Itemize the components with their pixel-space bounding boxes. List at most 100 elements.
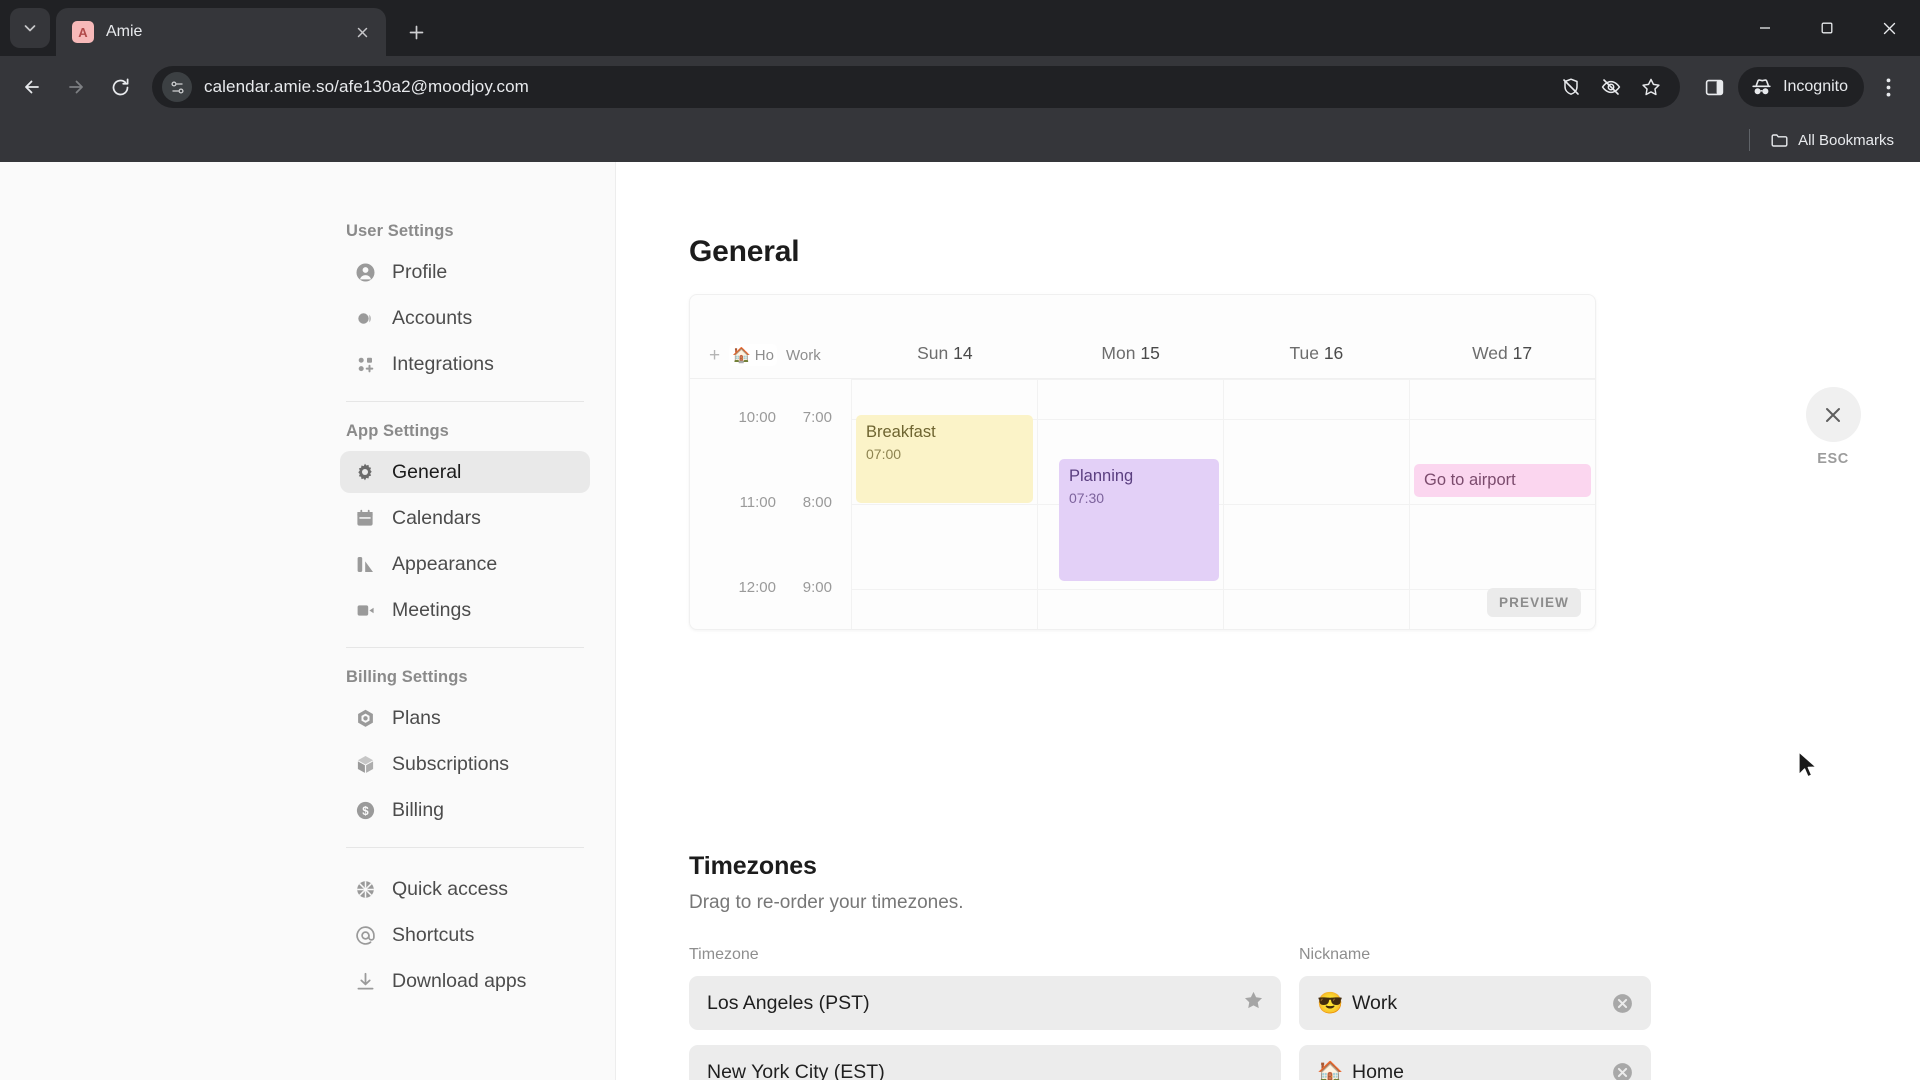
tracking-protection-button[interactable] — [1554, 70, 1588, 104]
sidebar-item-label: Meetings — [392, 598, 472, 621]
time-right: 9:00 — [802, 579, 832, 596]
appearance-icon — [354, 553, 376, 575]
timezone-chip-home[interactable]: 🏠 Ho — [729, 344, 777, 366]
calendar-day-header: Wed 17 — [1409, 343, 1595, 378]
nickname-column: Nickname 😎 Work 🏠 Home — [1299, 946, 1651, 1080]
sidebar-item-download-apps[interactable]: Download apps — [340, 960, 590, 1002]
timezone-chip-work[interactable]: Work — [786, 347, 821, 364]
tab-search-button[interactable] — [10, 8, 50, 48]
three-dot-menu-icon — [1886, 78, 1890, 96]
all-bookmarks-button[interactable]: All Bookmarks — [1762, 126, 1902, 155]
eye-off-icon — [1601, 79, 1621, 95]
sidebar-item-calendars[interactable]: Calendars — [340, 497, 590, 539]
address-bar[interactable]: calendar.amie.so/afe130a2@moodjoy.com — [152, 66, 1681, 108]
sidebar-item-integrations[interactable]: Integrations — [340, 343, 590, 385]
timezones-subheading: Drag to re-order your timezones. — [689, 892, 964, 913]
plus-icon — [409, 25, 423, 39]
clear-circle-icon[interactable] — [1611, 1061, 1634, 1080]
amie-favicon: A — [72, 21, 94, 43]
sidebar-item-profile[interactable]: Profile — [340, 251, 590, 293]
tab-close-button[interactable] — [348, 18, 376, 46]
sidebar-item-general[interactable]: General — [340, 451, 590, 493]
settings-content: General ESC + 🏠 Ho Work Sun 14 Mon 15 Tu… — [616, 162, 1920, 1080]
nickname-row[interactable]: 😎 Work — [1299, 976, 1651, 1030]
maximize-button[interactable] — [1796, 0, 1858, 56]
reload-button[interactable] — [100, 67, 140, 107]
settings-sidebar: User Settings Profile Accounts Integrati… — [0, 162, 616, 1080]
calendar-event-go-to-airport[interactable]: Go to airport — [1414, 464, 1591, 497]
side-panel-button[interactable] — [1694, 67, 1734, 107]
sidebar-item-label: Appearance — [392, 552, 498, 575]
calendar-column-sun[interactable]: Breakfast 07:00 — [852, 379, 1038, 629]
sidebar-item-appearance[interactable]: Appearance — [340, 543, 590, 585]
mouse-cursor — [1798, 751, 1817, 778]
day-name: Mon — [1101, 343, 1136, 363]
browser-tab[interactable]: A Amie — [56, 8, 386, 56]
sidebar-item-billing[interactable]: $ Billing — [340, 789, 590, 831]
star-icon[interactable] — [1243, 990, 1264, 1016]
nickname-value[interactable]: Home — [1352, 1061, 1601, 1080]
calendar-column-tue[interactable] — [1224, 379, 1410, 629]
forward-button[interactable] — [56, 67, 96, 107]
time-right: 8:00 — [802, 494, 832, 511]
chevron-down-icon — [24, 25, 36, 32]
calendar-timezone-column-header: + 🏠 Ho Work — [690, 344, 852, 378]
timezone-row[interactable]: Los Angeles (PST) — [689, 976, 1281, 1030]
timezone-value[interactable]: New York City (EST) — [707, 1061, 1264, 1080]
tab-strip: A Amie — [0, 0, 1920, 56]
calendar-preview-card: + 🏠 Ho Work Sun 14 Mon 15 Tue 16 Wed 17 … — [689, 294, 1596, 630]
nickname-value[interactable]: Work — [1352, 992, 1601, 1015]
close-settings-button[interactable] — [1805, 387, 1861, 442]
preview-badge: PREVIEW — [1487, 588, 1581, 617]
sidebar-item-label: Quick access — [392, 877, 508, 900]
calendar-event-breakfast[interactable]: Breakfast 07:00 — [856, 415, 1033, 503]
back-button[interactable] — [12, 67, 52, 107]
sidebar-item-label: Plans — [392, 706, 441, 729]
sidebar-item-plans[interactable]: Plans — [340, 697, 590, 739]
nickname-column-label: Nickname — [1299, 946, 1371, 963]
sidebar-item-label: Subscriptions — [392, 752, 510, 775]
incognito-profile-button[interactable]: Incognito — [1738, 67, 1864, 107]
calendar-time-gutter: 10:00 7:00 11:00 8:00 12:00 9:00 — [690, 379, 852, 629]
clear-circle-icon[interactable] — [1611, 992, 1634, 1015]
new-tab-button[interactable] — [396, 12, 436, 52]
person-circle-icon — [354, 261, 376, 283]
window-controls — [1734, 0, 1920, 56]
sunglasses-face-icon: 😎 — [1317, 991, 1344, 1015]
timezone-value[interactable]: Los Angeles (PST) — [707, 992, 1233, 1015]
browser-menu-button[interactable] — [1868, 67, 1908, 107]
calendar-day-header: Sun 14 — [852, 343, 1038, 378]
sidebar-item-meetings[interactable]: Meetings — [340, 589, 590, 631]
day-name: Sun — [917, 343, 949, 363]
download-icon — [354, 970, 376, 992]
timezone-row[interactable]: New York City (EST) — [689, 1045, 1281, 1080]
window-close-button[interactable] — [1858, 0, 1920, 56]
sidebar-item-subscriptions[interactable]: Subscriptions — [340, 743, 590, 785]
minimize-button[interactable] — [1734, 0, 1796, 56]
calendar-preview-header: + 🏠 Ho Work Sun 14 Mon 15 Tue 16 Wed 17 — [690, 295, 1595, 379]
time-left: 10:00 — [738, 409, 776, 426]
tracking-protection-off-icon — [1563, 78, 1579, 95]
calendar-icon — [354, 507, 376, 529]
event-title: Planning — [1069, 467, 1134, 485]
calendar-time-row: 12:00 9:00 — [690, 579, 851, 596]
sidebar-item-shortcuts[interactable]: Shortcuts — [340, 914, 590, 956]
calendar-event-planning[interactable]: Planning 07:30 — [1059, 459, 1219, 581]
star-icon — [1642, 78, 1660, 96]
sidebar-item-accounts[interactable]: Accounts — [340, 297, 590, 339]
site-settings-button[interactable] — [162, 72, 192, 102]
plus-icon[interactable]: + — [709, 346, 720, 365]
sidebar-divider — [346, 401, 584, 402]
nickname-row[interactable]: 🏠 Home — [1299, 1045, 1651, 1080]
integrations-icon — [354, 353, 376, 375]
eye-toggle-button[interactable] — [1594, 70, 1628, 104]
event-title: Breakfast — [866, 423, 936, 441]
calendar-column-mon[interactable]: Planning 07:30 — [1038, 379, 1224, 629]
reload-icon — [112, 78, 128, 95]
sidebar-item-label: Accounts — [392, 306, 473, 329]
calendar-time-row: 10:00 7:00 — [690, 409, 851, 426]
all-bookmarks-label: All Bookmarks — [1798, 131, 1894, 149]
svg-text:$: $ — [362, 805, 369, 817]
bookmark-button[interactable] — [1634, 70, 1668, 104]
sidebar-item-quick-access[interactable]: Quick access — [340, 868, 590, 910]
